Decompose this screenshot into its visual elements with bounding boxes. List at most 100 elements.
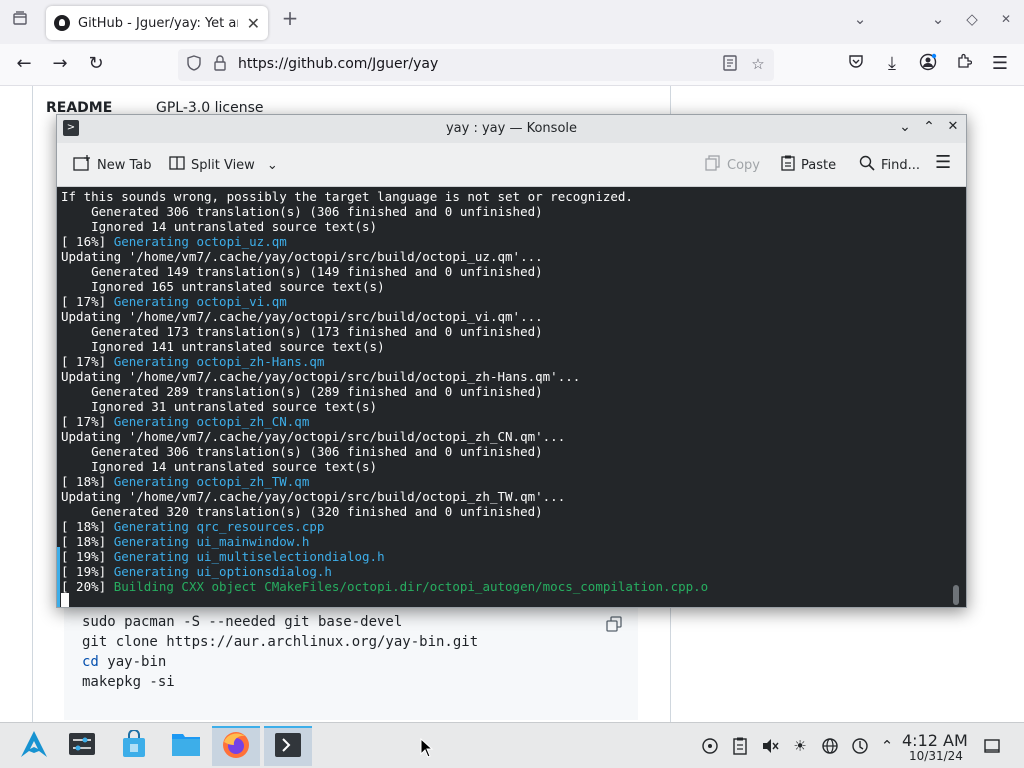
tab-overflow-chevron-icon[interactable]: ⌄ [848, 10, 872, 28]
reader-view-icon[interactable] [720, 55, 740, 75]
app-menu-icon[interactable]: ☰ [988, 53, 1012, 74]
konsole-window[interactable]: > yay : yay — Konsole ⌄ ⌃ ✕ New Tab Spli… [56, 114, 967, 608]
account-icon[interactable] [916, 53, 940, 76]
back-icon[interactable]: ← [12, 53, 36, 74]
terminal-line: Updating '/home/vm7/.cache/yay/octopi/sr… [61, 309, 543, 324]
firefox-task-button[interactable] [212, 726, 260, 766]
system-settings-button[interactable] [58, 726, 106, 766]
new-tab-button[interactable]: + [278, 6, 302, 30]
copy-button[interactable]: Copy [705, 155, 760, 175]
browser-tabbar: GitHub - Jguer/yay: Yet another ✕ + ⌄ ⌄ … [0, 0, 1024, 44]
tab-list-icon[interactable] [8, 10, 32, 30]
volume-muted-icon[interactable] [760, 737, 780, 759]
konsole-task-button[interactable] [264, 726, 312, 766]
updates-icon[interactable] [850, 737, 870, 759]
split-view-button[interactable]: Split View ⌄ [169, 155, 278, 175]
window-title: yay : yay — Konsole [445, 121, 578, 136]
show-desktop-icon[interactable] [982, 737, 1002, 759]
terminal-line-text: Updating '/home/vm7/.cache/yay/octopi/sr… [61, 489, 566, 504]
terminal-output[interactable]: If this sounds wrong, possibly the targe… [57, 187, 966, 607]
copy-code-icon[interactable] [606, 616, 622, 632]
konsole-titlebar[interactable]: > yay : yay — Konsole ⌄ ⌃ ✕ [57, 115, 966, 143]
terminal-line: [ 16%] Generating octopi_uz.qm [61, 234, 287, 249]
terminal-line-highlight: Generating octopi_zh-Hans.qm [113, 354, 325, 369]
forward-icon[interactable]: → [48, 53, 72, 74]
discover-store-button[interactable] [110, 726, 158, 766]
terminal-scrollbar[interactable] [953, 585, 959, 605]
copy-label: Copy [727, 157, 760, 173]
terminal-line: Updating '/home/vm7/.cache/yay/octopi/sr… [61, 489, 565, 504]
shield-icon[interactable] [184, 55, 204, 75]
terminal-line: [ 17%] Generating octopi_zh_CN.qm [61, 414, 309, 429]
tray-expand-chevron-icon[interactable]: ⌃ [877, 737, 897, 755]
clock-time[interactable]: 4:12 AM [902, 731, 968, 750]
find-button[interactable]: Find... [859, 155, 920, 175]
url-bar[interactable]: https://github.com/Jguer/yay ☆ [178, 49, 774, 81]
close-icon[interactable]: ✕ [943, 119, 963, 139]
new-tab-button[interactable]: New Tab [73, 155, 152, 175]
terminal-line-highlight: Generating octopi_vi.qm [113, 294, 287, 309]
clipboard-tray-icon[interactable] [730, 737, 750, 759]
mouse-pointer-icon [420, 738, 434, 758]
terminal-line-text: [ 16%] [61, 234, 114, 249]
terminal-line-text: [ 18%] [61, 519, 114, 534]
terminal-line-highlight: Generating ui_multiselectiondialog.h [113, 549, 385, 564]
terminal-line-text: [ 18%] [61, 474, 114, 489]
terminal-line-text: [ 18%] [61, 534, 114, 549]
reload-icon[interactable]: ↻ [84, 53, 108, 74]
downloads-icon[interactable]: ⤓ [880, 53, 904, 74]
terminal-line: Generated 320 translation(s) (320 finish… [61, 504, 543, 519]
terminal-line-text: [ 17%] [61, 414, 114, 429]
browser-tab-github[interactable]: GitHub - Jguer/yay: Yet another ✕ [46, 6, 268, 40]
terminal-line-text: Ignored 31 untranslated source text(s) [61, 399, 378, 414]
terminal-line: Generated 289 translation(s) (289 finish… [61, 384, 543, 399]
terminal-line: Ignored 165 untranslated source text(s) [61, 279, 385, 294]
terminal-line-text: Ignored 14 untranslated source text(s) [61, 219, 378, 234]
browser-navbar: ← → ↻ https://github.com/Jguer/yay ☆ ⤓ ☰ [0, 44, 1024, 86]
terminal-line: [ 17%] Generating octopi_zh-Hans.qm [61, 354, 324, 369]
terminal-line: [ 19%] Generating ui_optionsdialog.h [61, 564, 332, 579]
lock-icon[interactable] [210, 55, 230, 75]
terminal-line: Ignored 14 untranslated source text(s) [61, 459, 377, 474]
terminal-cursor [61, 593, 69, 607]
clock-date[interactable]: 10/31/24 [909, 749, 963, 763]
terminal-line: [ 19%] Generating ui_multiselectiondialo… [61, 549, 385, 564]
terminal-line-text: Ignored 14 untranslated source text(s) [61, 459, 378, 474]
app-launcher-button[interactable] [10, 726, 58, 766]
minimize-icon[interactable]: ⌄ [926, 10, 950, 28]
terminal-line: Updating '/home/vm7/.cache/yay/octopi/sr… [61, 249, 543, 264]
paste-button[interactable]: Paste [781, 155, 836, 175]
terminal-line-text: [ 17%] [61, 294, 114, 309]
brightness-icon[interactable]: ☀ [790, 737, 810, 755]
terminal-line-text: Generated 289 translation(s) (289 finish… [61, 384, 543, 399]
pocket-icon[interactable] [844, 53, 868, 73]
terminal-line: [ 18%] Generating qrc_resources.cpp [61, 519, 324, 534]
terminal-line-highlight: Generating octopi_uz.qm [113, 234, 287, 249]
terminal-line: Updating '/home/vm7/.cache/yay/octopi/sr… [61, 429, 565, 444]
terminal-line: [ 18%] Generating octopi_zh_TW.qm [61, 474, 309, 489]
terminal-line-text: Updating '/home/vm7/.cache/yay/octopi/sr… [61, 429, 566, 444]
restore-icon[interactable]: ◇ [960, 10, 984, 28]
bookmark-star-icon[interactable]: ☆ [748, 55, 768, 73]
minimize-icon[interactable]: ⌄ [895, 119, 915, 139]
terminal-line: Generated 306 translation(s) (306 finish… [61, 204, 543, 219]
paste-label: Paste [801, 157, 837, 173]
hamburger-menu-icon[interactable]: ☰ [935, 152, 951, 173]
terminal-line-text: Generated 320 translation(s) (320 finish… [61, 504, 543, 519]
tab-close-icon[interactable]: ✕ [247, 14, 260, 33]
desktop: GitHub - Jguer/yay: Yet another ✕ + ⌄ ⌄ … [0, 0, 1024, 768]
terminal-line-text: Updating '/home/vm7/.cache/yay/octopi/sr… [61, 369, 581, 384]
file-manager-button[interactable] [162, 726, 210, 766]
find-label: Find... [881, 157, 921, 173]
terminal-line-text: [ 19%] [61, 549, 114, 564]
maximize-icon[interactable]: ⌃ [919, 119, 939, 139]
close-window-icon[interactable]: ✕ [994, 12, 1018, 26]
network-tray-icon[interactable] [700, 737, 720, 759]
code-keyword: cd [82, 654, 99, 670]
code-line: cd yay-bin [82, 654, 166, 670]
paste-icon [781, 155, 795, 175]
terminal-line-highlight: Generating octopi_zh_CN.qm [113, 414, 310, 429]
network-globe-icon[interactable] [820, 737, 840, 759]
extensions-icon[interactable] [952, 53, 976, 74]
settings-panel-icon [68, 732, 96, 760]
